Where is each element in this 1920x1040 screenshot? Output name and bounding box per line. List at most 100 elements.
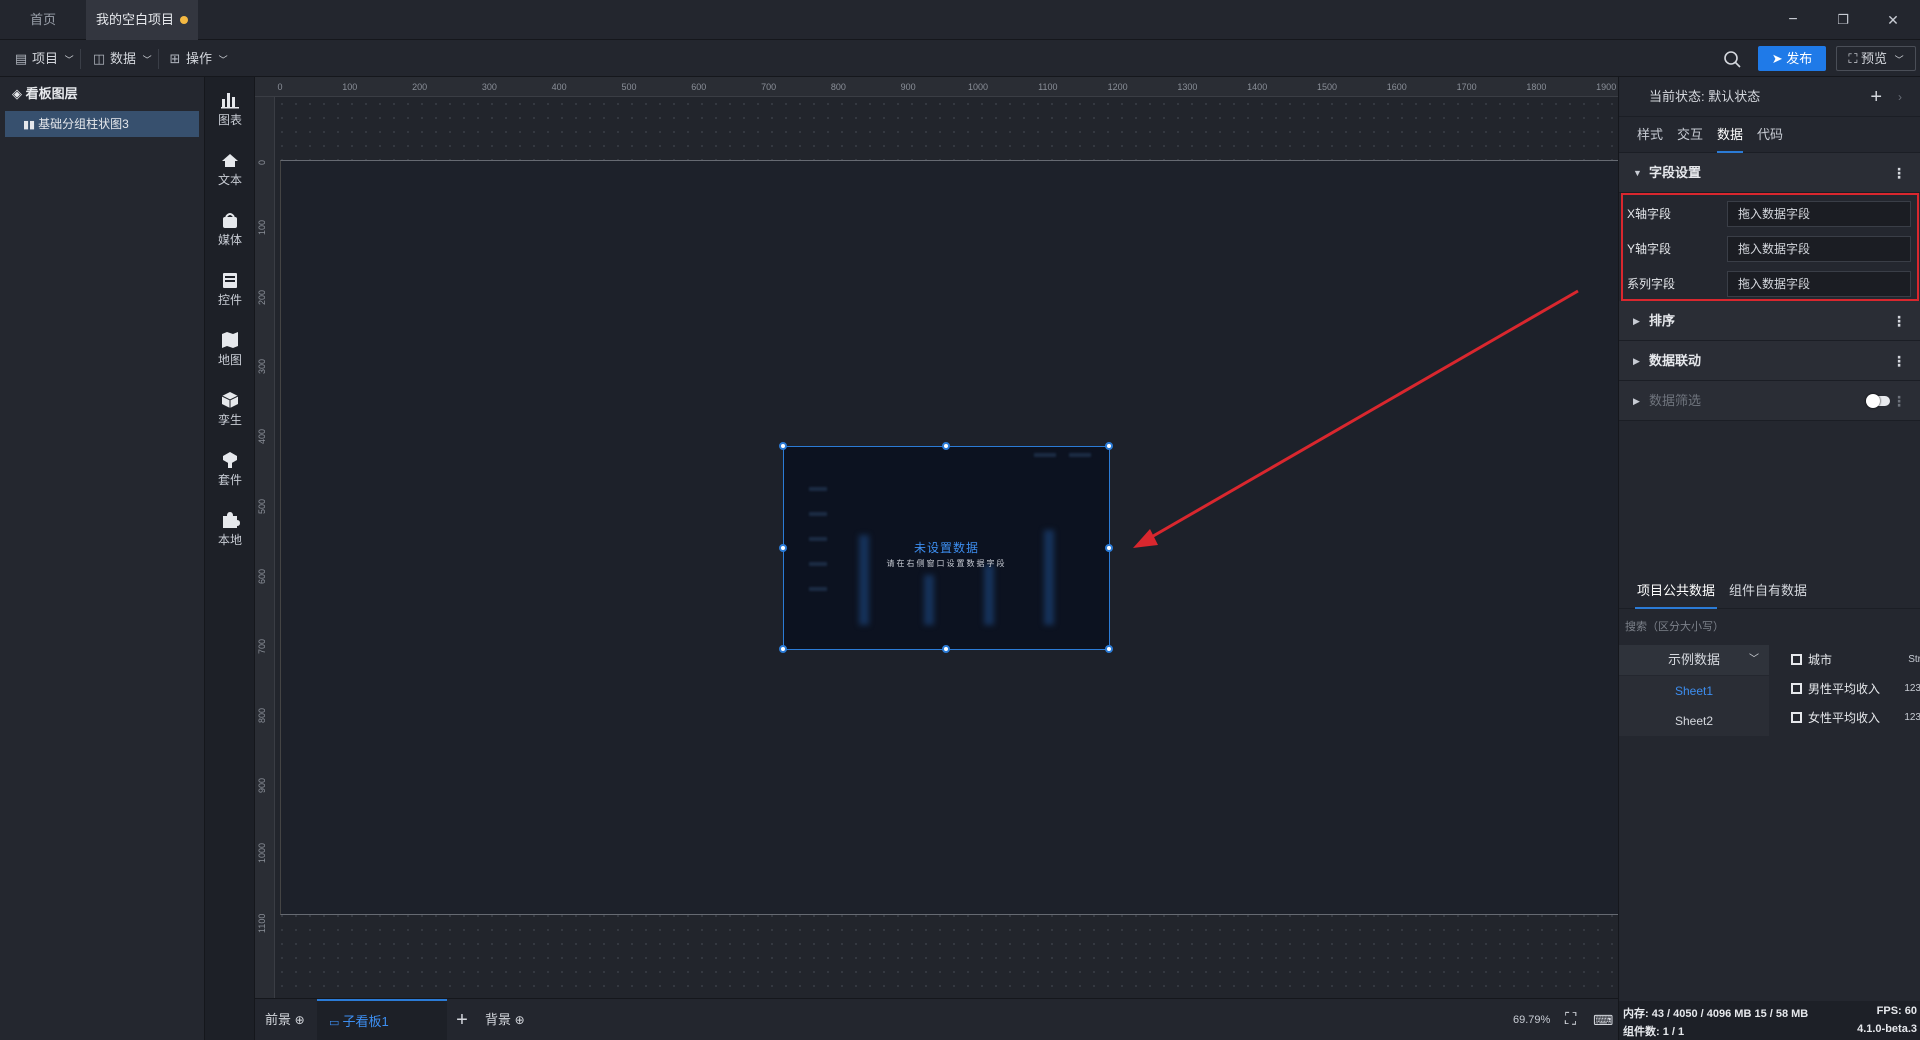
sheet-item-sheet2[interactable]: Sheet2 <box>1619 706 1769 736</box>
kit-icon <box>223 452 237 468</box>
tab-data[interactable]: 数据 <box>1717 117 1744 153</box>
tab-project-data[interactable]: 项目公共数据 <box>1635 573 1718 609</box>
resize-handle[interactable] <box>1105 645 1113 653</box>
ruler-tick-label: 1100 <box>1038 82 1058 92</box>
publish-label: 发布 <box>1786 51 1813 66</box>
component-map[interactable]: 地图 <box>205 325 255 375</box>
resize-handle[interactable] <box>942 645 950 653</box>
grouped-bar-chart-widget[interactable]: 未设置数据 请在右侧窗口设置数据字段 <box>779 442 1113 653</box>
chevron-down-icon: ﹀ <box>142 55 152 65</box>
series-field-label: 系列字段 <box>1627 277 1676 291</box>
data-source-select[interactable]: 示例数据 ﹀ <box>1619 645 1769 675</box>
resize-handle[interactable] <box>779 442 787 450</box>
ruler-tick-label: 100 <box>257 219 267 235</box>
chevron-right-icon[interactable]: › <box>1898 77 1902 117</box>
y-field-dropzone[interactable]: 拖入数据字段 <box>1727 236 1911 262</box>
tab-style[interactable]: 样式 <box>1637 117 1663 153</box>
sheet-item-sheet1[interactable]: Sheet1 <box>1619 676 1769 706</box>
component-control[interactable]: 控件 <box>205 265 255 315</box>
more-vertical-icon[interactable]: ⋮ <box>1892 341 1906 381</box>
menu-operation[interactable]: ⊞ 操作 ﹀ <box>168 40 228 77</box>
data-filter-toggle[interactable] <box>1866 394 1890 408</box>
tab-interaction[interactable]: 交互 <box>1677 117 1703 153</box>
add-circle-icon[interactable]: ⊕ <box>295 1013 305 1027</box>
ruler-tick-label: 1000 <box>967 82 989 92</box>
search-icon[interactable] <box>1722 49 1742 69</box>
cube-icon <box>221 392 239 408</box>
component-chart[interactable]: 图表 <box>205 85 255 135</box>
ruler-tick-label: 0 <box>277 82 283 92</box>
data-search-input[interactable]: 搜索（区分大小写） <box>1625 618 1724 634</box>
canvas-area[interactable]: 0 100 200 300 400 500 600 700 800 900 1000 1100 1200… <box>255 77 1618 998</box>
text-icon <box>222 154 238 167</box>
x-field-dropzone[interactable]: 拖入数据字段 <box>1727 201 1911 227</box>
background-tab[interactable]: 背景 ⊕ <box>485 999 525 1040</box>
component-media[interactable]: 媒体 <box>205 205 255 255</box>
placeholder-tick <box>809 487 827 491</box>
menu-data[interactable]: ◫ 数据 ﹀ <box>92 40 152 77</box>
close-button[interactable]: ✕ <box>1868 0 1918 40</box>
toolbar: ▤ 项目 ﹀ ◫ 数据 ﹀ ⊞ 操作 ﹀ ➤ 发布 ⛶ 预览 ﹀ <box>0 40 1920 77</box>
publish-button[interactable]: ➤ 发布 <box>1758 46 1826 71</box>
more-vertical-icon[interactable]: ⋮ <box>1892 381 1906 421</box>
layers-panel: ◈ 看板图层 ▮▮ 基础分组柱状图3 <box>0 77 205 1040</box>
control-icon <box>223 273 237 288</box>
more-vertical-icon[interactable]: ⋮ <box>1892 301 1906 341</box>
data-filter-header[interactable]: ▶ 数据筛选 ⋮ <box>1619 381 1920 421</box>
resize-handle[interactable] <box>1105 544 1113 552</box>
tab-code[interactable]: 代码 <box>1757 117 1783 153</box>
keyboard-icon[interactable]: ⌨ <box>1593 999 1613 1040</box>
sub-board-tab[interactable]: ▭ 子看板1 <box>317 999 447 1040</box>
ruler-top: 0 100 200 300 400 500 600 700 800 900 1000 1100 1200… <box>255 77 1618 97</box>
component-text-label: 文本 <box>217 173 242 187</box>
component-local[interactable]: 本地 <box>205 505 255 555</box>
menu-data-label: 数据 <box>110 51 137 66</box>
x-field-row: X轴字段 拖入数据字段 <box>1627 201 1917 227</box>
fit-screen-icon[interactable]: ⛶ <box>1565 999 1576 1040</box>
caret-right-icon: ▶ <box>1633 396 1640 406</box>
sort-header[interactable]: ▶ 排序 ⋮ <box>1619 301 1920 341</box>
ruler-tick-label: 900 <box>257 778 267 794</box>
bar-chart-icon: ▮▮ <box>23 119 39 131</box>
ruler-tick-label: 1500 <box>1316 82 1338 92</box>
checkbox[interactable] <box>1791 654 1802 665</box>
field-settings-header[interactable]: ▼ 字段设置 ⋮ <box>1619 153 1920 193</box>
add-circle-icon[interactable]: ⊕ <box>515 1013 525 1027</box>
column-type: 123 <box>1904 683 1920 694</box>
minimize-button[interactable]: − <box>1768 0 1818 40</box>
grid-icon: ⊞ <box>169 51 181 66</box>
more-vertical-icon[interactable]: ⋮ <box>1892 153 1906 193</box>
restore-button[interactable]: ❐ <box>1818 0 1868 40</box>
resize-handle[interactable] <box>779 645 787 653</box>
component-text[interactable]: 文本 <box>205 145 255 195</box>
series-field-dropzone[interactable]: 拖入数据字段 <box>1727 271 1911 297</box>
preview-button[interactable]: ⛶ 预览 ﹀ <box>1836 46 1916 71</box>
resize-handle[interactable] <box>779 544 787 552</box>
foreground-tab[interactable]: 前景 ⊕ <box>265 999 305 1040</box>
menu-project[interactable]: ▤ 项目 ﹀ <box>14 40 74 77</box>
add-state-button[interactable]: + <box>1870 77 1882 117</box>
layer-item[interactable]: ▮▮ 基础分组柱状图3 <box>5 111 199 137</box>
column-item[interactable]: 女性平均收入 123 <box>1791 704 1920 732</box>
checkbox[interactable] <box>1791 683 1802 694</box>
unsaved-dot-icon <box>180 16 188 24</box>
chevron-down-icon: ﹀ <box>218 55 228 65</box>
column-type: 123 <box>1904 712 1920 723</box>
add-board-button[interactable]: + <box>452 999 472 1040</box>
resize-handle[interactable] <box>1105 442 1113 450</box>
resize-handle[interactable] <box>942 442 950 450</box>
state-row: 当前状态: 默认状态 + › <box>1619 77 1920 117</box>
component-twin[interactable]: 孪生 <box>205 385 255 435</box>
tab-project[interactable]: 我的空白项目 <box>86 0 198 40</box>
tab-home[interactable]: 首页 <box>0 0 86 40</box>
data-linkage-header[interactable]: ▶ 数据联动 ⋮ <box>1619 341 1920 381</box>
monitor-icon: ▭ <box>329 1017 343 1029</box>
column-item[interactable]: 城市 Str <box>1791 646 1920 674</box>
checkbox[interactable] <box>1791 712 1802 723</box>
component-kit[interactable]: 套件 <box>205 445 255 495</box>
tab-component-data[interactable]: 组件自有数据 <box>1727 573 1809 609</box>
ruler-tick-label: 800 <box>830 82 846 92</box>
ruler-tick-label: 100 <box>342 82 358 92</box>
ruler-tick-label: 1100 <box>257 913 267 933</box>
column-item[interactable]: 男性平均收入 123 <box>1791 675 1920 703</box>
